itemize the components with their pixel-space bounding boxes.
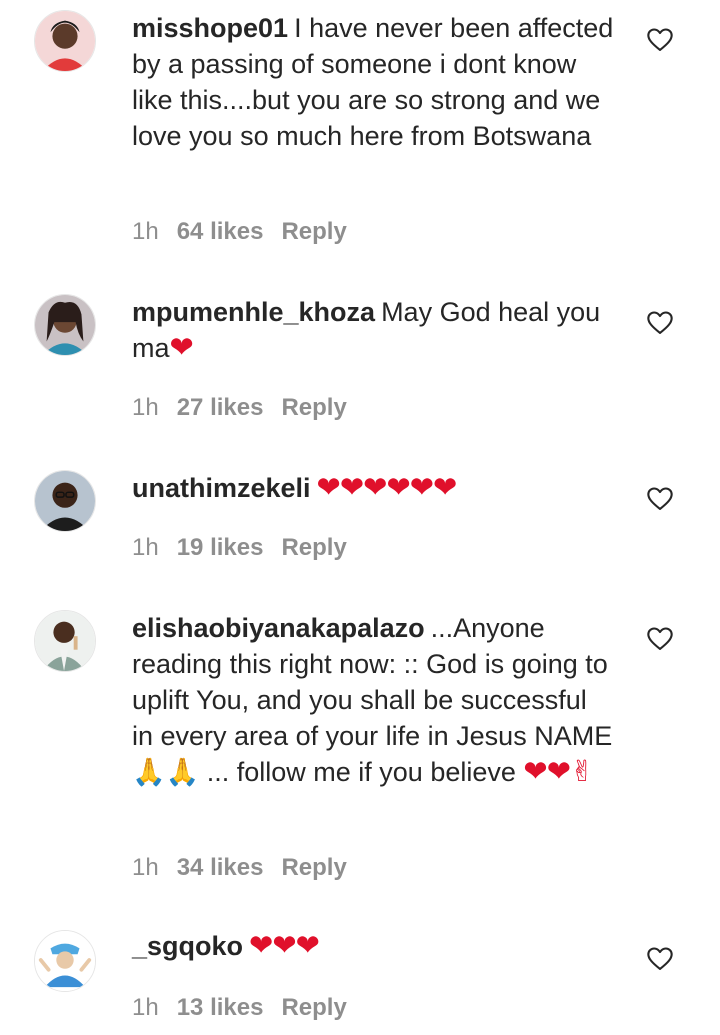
comment-time: 1h <box>132 854 159 881</box>
comment-username[interactable]: unathimzekeli <box>132 473 311 503</box>
like-heart-icon[interactable] <box>646 26 674 54</box>
reply-button[interactable]: Reply <box>281 218 346 245</box>
avatar[interactable] <box>34 470 96 532</box>
avatar[interactable] <box>34 610 96 672</box>
comment-likes-count[interactable]: 27 likes <box>177 394 264 421</box>
comment-likes-count[interactable]: 13 likes <box>177 994 264 1021</box>
reply-button[interactable]: Reply <box>281 854 346 881</box>
comment-likes-count[interactable]: 34 likes <box>177 854 264 881</box>
comment-username[interactable]: misshope01 <box>132 13 288 43</box>
comment-time: 1h <box>132 394 159 421</box>
comment-time: 1h <box>132 994 159 1021</box>
reply-button[interactable]: Reply <box>281 534 346 561</box>
heart-emoji: ❤ <box>169 332 194 364</box>
like-heart-icon[interactable] <box>646 945 674 973</box>
avatar[interactable] <box>34 10 96 72</box>
comment-username[interactable]: elishaobiyanakapalazo <box>132 613 425 643</box>
like-heart-icon[interactable] <box>646 485 674 513</box>
heart-emoji: ❤❤❤❤❤❤ <box>316 472 458 504</box>
comment-username[interactable]: _sgqoko <box>132 931 243 961</box>
comment-username[interactable]: mpumenhle_khoza <box>132 297 375 327</box>
avatar[interactable] <box>34 930 96 992</box>
heart-emoji: ❤❤✌ <box>523 756 594 788</box>
comment-likes-count[interactable]: 19 likes <box>177 534 264 561</box>
like-heart-icon[interactable] <box>646 625 674 653</box>
reply-button[interactable]: Reply <box>281 994 346 1021</box>
comment-likes-count[interactable]: 64 likes <box>177 218 264 245</box>
heart-emoji: ❤❤❤ <box>249 930 320 962</box>
reply-button[interactable]: Reply <box>281 394 346 421</box>
like-heart-icon[interactable] <box>646 309 674 337</box>
comment-time: 1h <box>132 534 159 561</box>
avatar[interactable] <box>34 294 96 356</box>
comment-time: 1h <box>132 218 159 245</box>
